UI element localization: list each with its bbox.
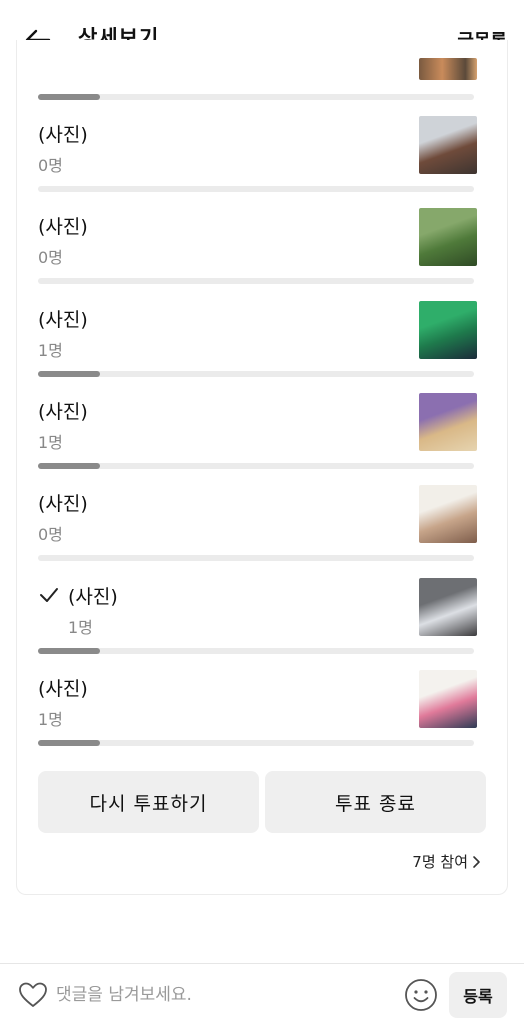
emoji-icon[interactable] (404, 978, 438, 1012)
poll-option[interactable]: (사진) 1명 (38, 301, 478, 393)
option-photo-thumbnail[interactable] (419, 393, 477, 451)
vote-bar (38, 463, 474, 469)
option-label: (사진) (38, 401, 88, 423)
option-photo-thumbnail[interactable] (419, 301, 477, 359)
poll-option[interactable]: (사진) 0명 (38, 116, 478, 208)
vote-bar-fill (38, 371, 100, 377)
poll-option[interactable]: (사진) 0명 (38, 208, 478, 300)
option-photo-thumbnail[interactable] (419, 208, 477, 266)
option-photo-thumbnail[interactable] (419, 578, 477, 636)
option-vote-count: 1명 (38, 433, 63, 452)
revote-button[interactable]: 다시 투표하기 (38, 771, 259, 833)
comment-input[interactable] (56, 982, 376, 1008)
option-vote-count: 0명 (38, 525, 63, 544)
vote-bar (38, 740, 474, 746)
option-photo-thumbnail[interactable] (419, 670, 477, 728)
comment-bar: 등록 (0, 963, 524, 1024)
vote-bar (38, 648, 474, 654)
option-vote-count: 0명 (38, 156, 63, 175)
poll-option[interactable]: (사진) 1명 (38, 393, 478, 485)
vote-bar-fill (38, 740, 100, 746)
option-photo-thumbnail[interactable] (419, 485, 477, 543)
vote-bar-fill (38, 463, 100, 469)
check-icon (40, 588, 58, 602)
option-vote-count: 1명 (38, 341, 63, 360)
submit-comment-button[interactable]: 등록 (449, 972, 507, 1018)
vote-bar (38, 186, 474, 192)
vote-bar (38, 555, 474, 561)
option-label: (사진) (68, 586, 118, 608)
option-label: (사진) (38, 678, 88, 700)
poll-option[interactable]: (사진) 1명 (38, 578, 478, 670)
poll-option[interactable]: (사진) 0명 (38, 485, 478, 577)
option-label: (사진) (38, 309, 88, 331)
option-label: (사진) (38, 493, 88, 515)
participants-count: 7명 참여 (412, 853, 468, 871)
option-vote-count: 0명 (38, 248, 63, 267)
participants-link[interactable]: 7명 참여 (412, 851, 482, 872)
option-vote-count: 1명 (68, 618, 93, 637)
option-photo-thumbnail[interactable] (419, 116, 477, 174)
option-thumbnail-partial[interactable] (419, 58, 477, 80)
vote-bar-fill (38, 648, 100, 654)
poll-option[interactable]: (사진) 1명 (38, 670, 478, 762)
vote-bar (38, 278, 474, 284)
heart-icon[interactable] (18, 981, 48, 1009)
vote-bar (38, 371, 474, 377)
end-poll-button[interactable]: 투표 종료 (265, 771, 486, 833)
vote-bar-fill (38, 94, 100, 100)
chevron-right-icon (473, 855, 480, 868)
vote-bar-partial (38, 94, 474, 100)
option-vote-count: 1명 (38, 710, 63, 729)
option-label: (사진) (38, 216, 88, 238)
option-label: (사진) (38, 124, 88, 146)
